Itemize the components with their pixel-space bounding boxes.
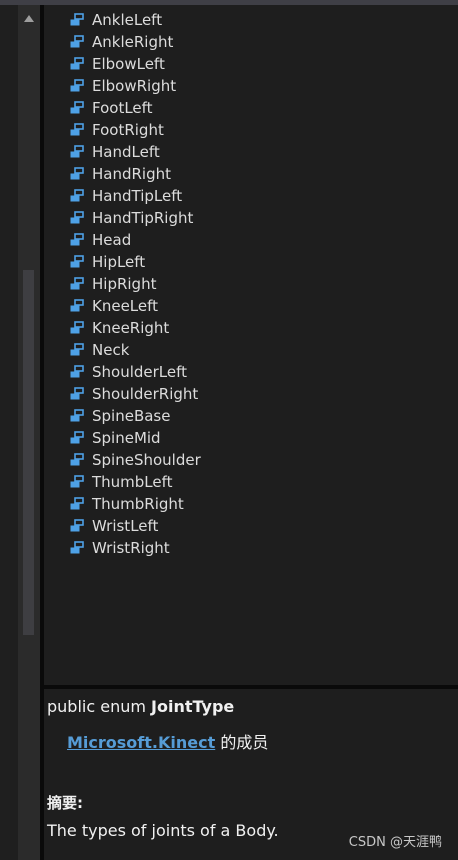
enum-member-icon xyxy=(70,387,84,400)
list-item-label: ElbowRight xyxy=(92,77,177,95)
enum-member-icon xyxy=(70,541,84,554)
list-item-label: AnkleLeft xyxy=(92,11,163,29)
enum-member-icon xyxy=(70,57,84,70)
list-item[interactable]: ThumbRight xyxy=(44,493,458,515)
list-item[interactable]: ThumbLeft xyxy=(44,471,458,493)
vertical-scrollbar[interactable] xyxy=(18,5,40,860)
list-item[interactable]: SpineBase xyxy=(44,405,458,427)
enum-member-icon xyxy=(70,299,84,312)
list-item-label: HipRight xyxy=(92,275,157,293)
enum-member-icon xyxy=(70,277,84,290)
enum-member-icon xyxy=(70,123,84,136)
list-item[interactable]: ShoulderRight xyxy=(44,383,458,405)
enum-member-icon xyxy=(70,321,84,334)
list-item-label: WristRight xyxy=(92,539,170,557)
enum-member-icon xyxy=(70,35,84,48)
enum-member-icon xyxy=(70,211,84,224)
list-item-label: HandTipLeft xyxy=(92,187,183,205)
type-signature: public enum JointType xyxy=(47,697,234,716)
enum-member-icon xyxy=(70,475,84,488)
list-item[interactable]: FootRight xyxy=(44,119,458,141)
enum-member-icon xyxy=(70,497,84,510)
type-name: JointType xyxy=(151,697,235,716)
list-item[interactable]: WristRight xyxy=(44,537,458,559)
enum-member-icon xyxy=(70,167,84,180)
list-item[interactable]: ElbowLeft xyxy=(44,53,458,75)
enum-member-icon xyxy=(70,255,84,268)
enum-member-icon xyxy=(70,145,84,158)
list-item-label: SpineShoulder xyxy=(92,451,201,469)
list-item-label: HandTipRight xyxy=(92,209,194,227)
list-item-label: ThumbLeft xyxy=(92,473,173,491)
list-item-label: HipLeft xyxy=(92,253,146,271)
summary-text: The types of joints of a Body. xyxy=(47,821,279,840)
member-of-suffix: 的成员 xyxy=(215,733,269,752)
list-item-label: Head xyxy=(92,231,132,249)
list-item-label: HandRight xyxy=(92,165,171,183)
enum-member-icon xyxy=(70,233,84,246)
list-item-label: FootRight xyxy=(92,121,164,139)
description-pane: public enum JointType Microsoft.Kinect 的… xyxy=(44,689,458,860)
signature-prefix: public enum xyxy=(47,697,152,716)
list-item-label: HandLeft xyxy=(92,143,160,161)
list-item[interactable]: HandLeft xyxy=(44,141,458,163)
object-browser-window: AnkleLeft AnkleRight ElbowLeft ElbowRight Fo… xyxy=(0,0,458,860)
list-item[interactable]: WristLeft xyxy=(44,515,458,537)
member-of-line: Microsoft.Kinect 的成员 xyxy=(67,729,268,753)
enum-member-icon xyxy=(70,431,84,444)
enum-member-icon xyxy=(70,453,84,466)
list-item-label: ShoulderRight xyxy=(92,385,199,403)
list-item-label: ShoulderLeft xyxy=(92,363,188,381)
enum-member-icon xyxy=(70,79,84,92)
enum-member-icon xyxy=(70,343,84,356)
enum-member-icon xyxy=(70,189,84,202)
list-item[interactable]: Head xyxy=(44,229,458,251)
enum-member-icon xyxy=(70,101,84,114)
list-item[interactable]: FootLeft xyxy=(44,97,458,119)
left-gutter xyxy=(0,5,18,860)
list-item-label: SpineBase xyxy=(92,407,171,425)
list-item[interactable]: SpineMid xyxy=(44,427,458,449)
enum-member-icon xyxy=(70,365,84,378)
list-item[interactable]: KneeRight xyxy=(44,317,458,339)
list-item[interactable]: SpineShoulder xyxy=(44,449,458,471)
list-item-label: ThumbRight xyxy=(92,495,184,513)
namespace-link[interactable]: Microsoft.Kinect xyxy=(67,733,215,752)
list-item-label: AnkleRight xyxy=(92,33,174,51)
members-list-pane: AnkleLeft AnkleRight ElbowLeft ElbowRight Fo… xyxy=(44,5,458,685)
enum-member-icon xyxy=(70,519,84,532)
list-item-label: FootLeft xyxy=(92,99,153,117)
list-item[interactable]: HipRight xyxy=(44,273,458,295)
list-item-label: ElbowLeft xyxy=(92,55,165,73)
list-item[interactable]: HipLeft xyxy=(44,251,458,273)
list-item[interactable]: HandTipRight xyxy=(44,207,458,229)
list-item[interactable]: ShoulderLeft xyxy=(44,361,458,383)
list-item[interactable]: HandTipLeft xyxy=(44,185,458,207)
list-item[interactable]: AnkleLeft xyxy=(44,9,458,31)
list-item[interactable]: Neck xyxy=(44,339,458,361)
list-item[interactable]: KneeLeft xyxy=(44,295,458,317)
enum-member-icon xyxy=(70,409,84,422)
enum-member-icon xyxy=(70,13,84,26)
summary-label: 摘要: xyxy=(47,794,83,812)
list-item-label: SpineMid xyxy=(92,429,161,447)
list-item-label: Neck xyxy=(92,341,130,359)
list-item[interactable]: HandRight xyxy=(44,163,458,185)
scroll-thumb[interactable] xyxy=(23,270,34,635)
list-item[interactable]: AnkleRight xyxy=(44,31,458,53)
list-item-label: KneeRight xyxy=(92,319,170,337)
watermark: CSDN @天涯鸭 xyxy=(348,835,442,850)
members-list: AnkleLeft AnkleRight ElbowLeft ElbowRight Fo… xyxy=(44,5,458,559)
list-item-label: KneeLeft xyxy=(92,297,159,315)
list-item-label: WristLeft xyxy=(92,517,159,535)
list-item[interactable]: ElbowRight xyxy=(44,75,458,97)
scroll-up-arrow-icon[interactable] xyxy=(24,15,34,22)
